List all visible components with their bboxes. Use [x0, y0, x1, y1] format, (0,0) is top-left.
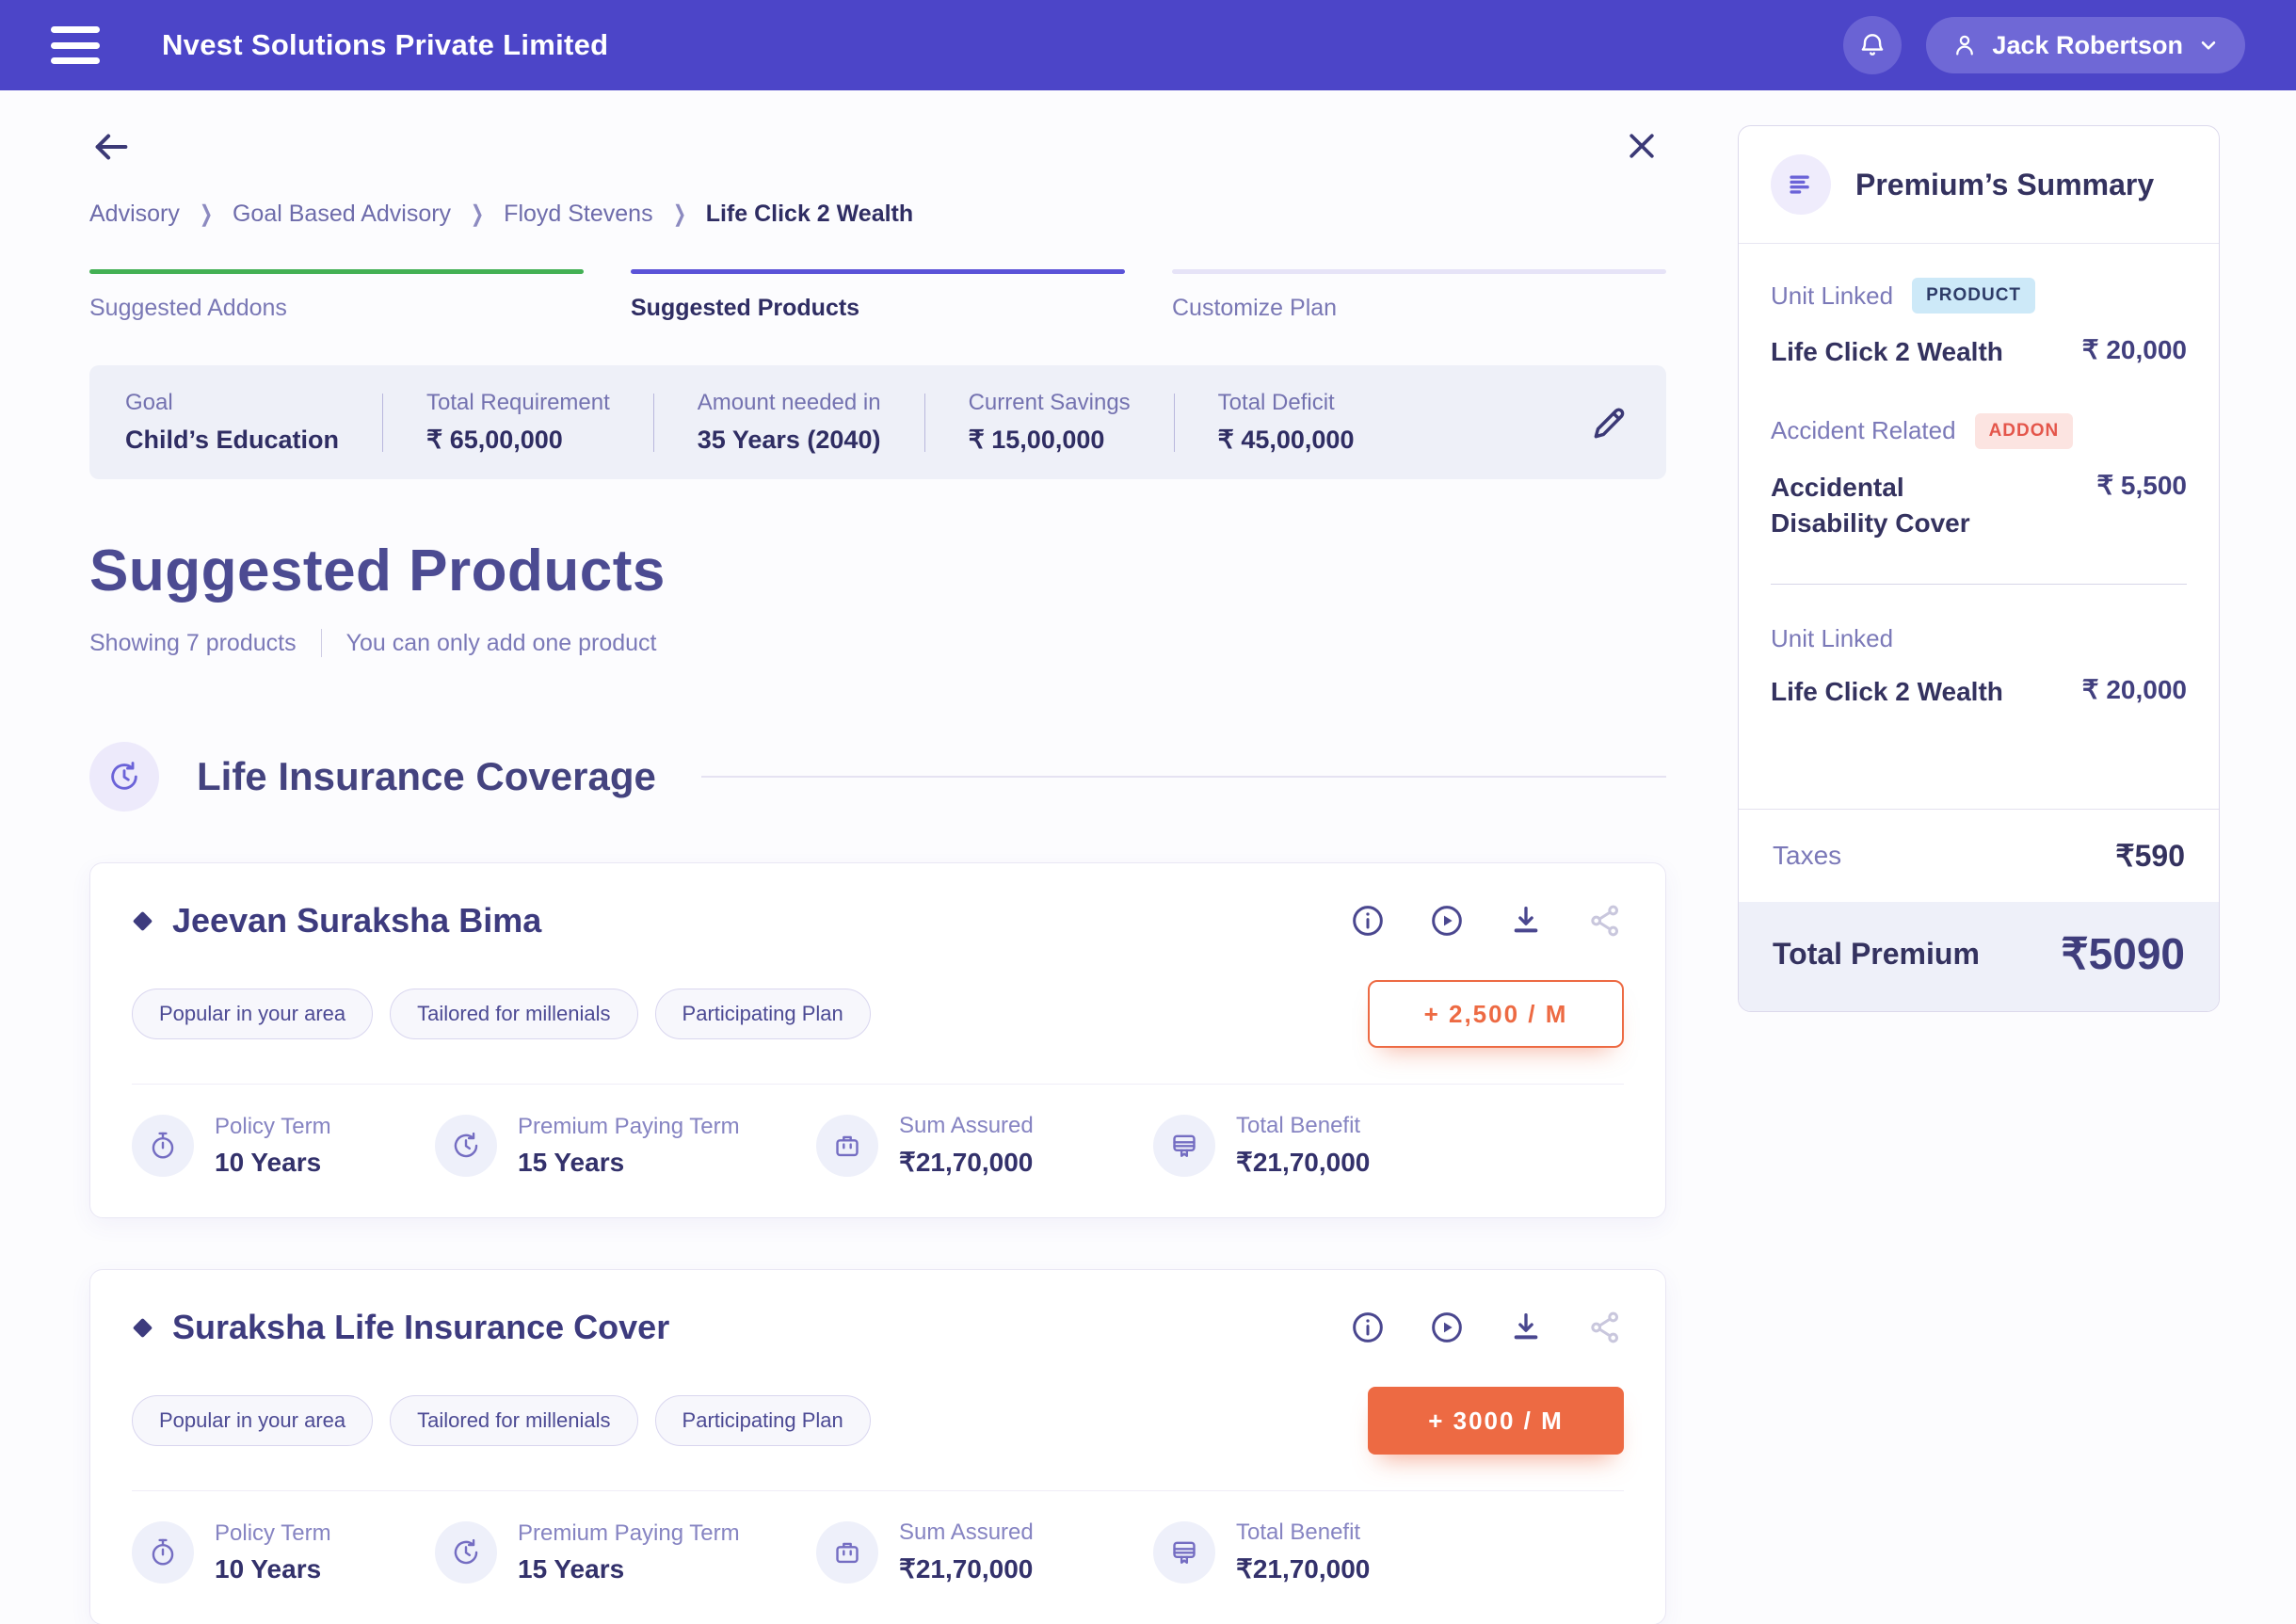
bell-icon [1857, 30, 1887, 60]
info-icon[interactable] [1349, 902, 1387, 940]
products-meta: Showing 7 products You can only add one … [89, 629, 1666, 657]
user-name: Jack Robertson [1992, 31, 2183, 60]
product-tag: Tailored for millenials [390, 989, 637, 1039]
edit-pencil-icon[interactable] [1589, 402, 1630, 443]
total-benefit-stat: Total Benefit ₹21,70,000 [1153, 1113, 1370, 1178]
tab-suggested-addons[interactable]: Suggested Addons [89, 269, 584, 322]
divider [924, 394, 925, 452]
entry-category: Accident Related ADDON [1771, 413, 2187, 449]
clock-refresh-icon [435, 1115, 497, 1177]
add-product-price-button[interactable]: + 2,500 / M [1368, 980, 1624, 1048]
add-product-price-button[interactable]: + 3000 / M [1368, 1387, 1624, 1455]
list-icon [1771, 154, 1831, 215]
products-note: You can only add one product [346, 630, 657, 657]
clock-refresh-icon [89, 742, 159, 812]
briefcase-icon [816, 1521, 878, 1584]
product-tag: Participating Plan [655, 989, 871, 1039]
goal-item: Goal Child’s Education [125, 390, 382, 455]
stepper: Suggested Addons Suggested Products Cust… [89, 269, 1666, 322]
diamond-icon [133, 1317, 153, 1337]
back-button[interactable] [89, 125, 133, 169]
product-tag: Popular in your area [132, 1395, 373, 1446]
product-tag: Tailored for millenials [390, 1395, 637, 1446]
step-progress-bar [1172, 269, 1666, 274]
breadcrumb-advisory[interactable]: Advisory [89, 201, 180, 228]
total-requirement-item: Total Requirement ₹ 65,00,000 [426, 390, 653, 455]
notifications-button[interactable] [1843, 16, 1902, 74]
summary-entry: Accidental Disability Cover ₹ 5,500 [1771, 470, 2187, 541]
entry-category: Unit Linked [1771, 624, 2187, 653]
stopwatch-icon [132, 1521, 194, 1584]
info-icon[interactable] [1349, 1309, 1387, 1346]
divider [382, 394, 383, 452]
entry-category: Unit Linked PRODUCT [1771, 278, 2187, 314]
clock-refresh-icon [435, 1521, 497, 1584]
sum-assured-stat: Sum Assured ₹21,70,000 [816, 1519, 1153, 1584]
section-title: Life Insurance Coverage [197, 754, 656, 799]
tab-customize-plan[interactable]: Customize Plan [1172, 269, 1666, 322]
taxes-row: Taxes ₹590 [1739, 809, 2219, 902]
play-icon[interactable] [1428, 902, 1466, 940]
breadcrumb-client[interactable]: Floyd Stevens [504, 201, 652, 228]
product-tag: Popular in your area [132, 989, 373, 1039]
breadcrumb: Advisory ❯ Goal Based Advisory ❯ Floyd S… [89, 201, 1666, 228]
amount-needed-item: Amount needed in 35 Years (2040) [698, 390, 924, 455]
award-ribbon-icon [1153, 1115, 1215, 1177]
summary-entry: Life Click 2 Wealth ₹ 20,000 [1771, 674, 2187, 710]
premium-paying-term-stat: Premium Paying Term 15 Years [435, 1519, 816, 1584]
close-icon[interactable] [1623, 127, 1661, 165]
award-ribbon-icon [1153, 1521, 1215, 1584]
diamond-icon [133, 910, 153, 930]
showing-count: Showing 7 products [89, 630, 297, 657]
addon-badge: ADDON [1975, 413, 2074, 449]
product-tag: Participating Plan [655, 1395, 871, 1446]
divider [653, 394, 654, 452]
product-name: Jeevan Suraksha Bima [172, 901, 541, 941]
company-title: Nvest Solutions Private Limited [162, 28, 608, 62]
stopwatch-icon [132, 1115, 194, 1177]
share-icon[interactable] [1586, 902, 1624, 940]
divider [1174, 394, 1175, 452]
product-card-suraksha-life-insurance-cover: Suraksha Life Insurance Cover Popular in… [89, 1269, 1666, 1624]
divider [701, 776, 1666, 778]
premium-summary-panel: Premium’s Summary Unit Linked PRODUCT Li… [1738, 125, 2220, 1012]
goal-summary-bar: Goal Child’s Education Total Requirement… [89, 365, 1666, 479]
hamburger-menu-icon[interactable] [51, 26, 100, 64]
divider [321, 629, 322, 657]
panel-title: Premium’s Summary [1855, 168, 2154, 202]
divider [1771, 584, 2187, 585]
user-icon [1951, 31, 1979, 59]
policy-term-stat: Policy Term 10 Years [132, 1113, 435, 1178]
chevron-down-icon [2196, 33, 2221, 57]
section-life-insurance-coverage: Life Insurance Coverage [89, 742, 1666, 812]
page-title: Suggested Products [89, 538, 1666, 604]
play-icon[interactable] [1428, 1309, 1466, 1346]
premium-paying-term-stat: Premium Paying Term 15 Years [435, 1113, 816, 1178]
chevron-right-icon: ❯ [471, 201, 484, 228]
sum-assured-stat: Sum Assured ₹21,70,000 [816, 1113, 1153, 1178]
share-icon[interactable] [1586, 1309, 1624, 1346]
breadcrumb-current: Life Click 2 Wealth [706, 201, 913, 228]
download-icon[interactable] [1507, 1309, 1545, 1346]
chevron-right-icon: ❯ [673, 201, 686, 228]
product-card-jeevan-suraksha-bima: Jeevan Suraksha Bima Popular in your are… [89, 862, 1666, 1218]
summary-entry: Life Click 2 Wealth ₹ 20,000 [1771, 334, 2187, 370]
product-badge: PRODUCT [1912, 278, 2035, 314]
step-progress-bar [89, 269, 584, 274]
step-progress-bar [631, 269, 1125, 274]
total-benefit-stat: Total Benefit ₹21,70,000 [1153, 1519, 1370, 1584]
total-deficit-item: Total Deficit ₹ 45,00,000 [1218, 390, 1398, 455]
chevron-right-icon: ❯ [200, 201, 213, 228]
breadcrumb-goal-based-advisory[interactable]: Goal Based Advisory [233, 201, 451, 228]
user-menu[interactable]: Jack Robertson [1926, 17, 2245, 73]
product-name: Suraksha Life Insurance Cover [172, 1308, 669, 1347]
policy-term-stat: Policy Term 10 Years [132, 1519, 435, 1584]
tab-suggested-products[interactable]: Suggested Products [631, 269, 1125, 322]
current-savings-item: Current Savings ₹ 15,00,000 [969, 390, 1174, 455]
download-icon[interactable] [1507, 902, 1545, 940]
briefcase-icon [816, 1115, 878, 1177]
app-header: Nvest Solutions Private Limited Jack Rob… [0, 0, 2296, 90]
total-premium-row: Total Premium ₹5090 [1739, 902, 2219, 1011]
